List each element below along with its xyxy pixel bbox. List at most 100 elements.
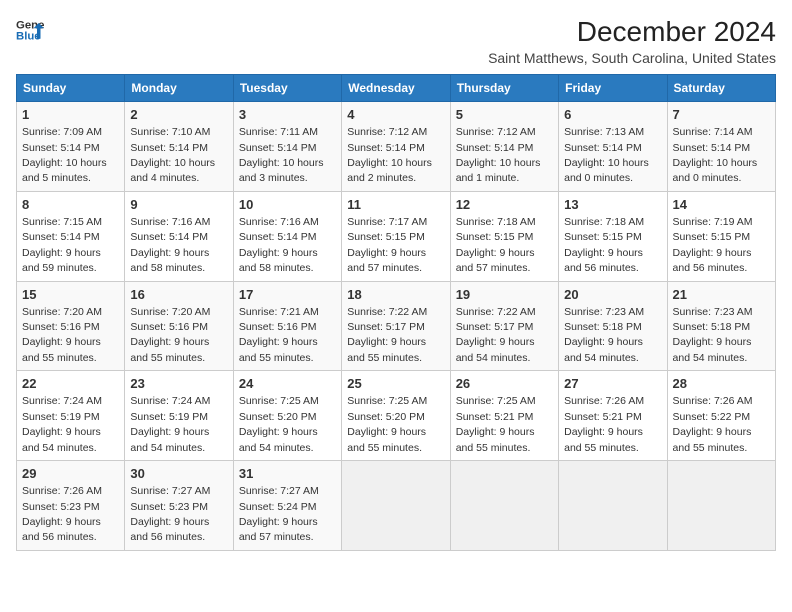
day-info: Sunrise: 7:12 AMSunset: 5:14 PMDaylight:…: [456, 126, 541, 184]
calendar-cell: 18 Sunrise: 7:22 AMSunset: 5:17 PMDaylig…: [342, 281, 450, 371]
day-info: Sunrise: 7:18 AMSunset: 5:15 PMDaylight:…: [456, 216, 536, 274]
day-number: 27: [564, 375, 661, 393]
day-info: Sunrise: 7:20 AMSunset: 5:16 PMDaylight:…: [22, 306, 102, 364]
calendar-cell: [450, 461, 558, 551]
day-info: Sunrise: 7:25 AMSunset: 5:21 PMDaylight:…: [456, 395, 536, 453]
day-number: 21: [673, 286, 770, 304]
calendar-week-4: 22 Sunrise: 7:24 AMSunset: 5:19 PMDaylig…: [17, 371, 776, 461]
calendar-cell: 7 Sunrise: 7:14 AMSunset: 5:14 PMDayligh…: [667, 102, 775, 192]
day-info: Sunrise: 7:20 AMSunset: 5:16 PMDaylight:…: [130, 306, 210, 364]
day-number: 19: [456, 286, 553, 304]
day-info: Sunrise: 7:26 AMSunset: 5:21 PMDaylight:…: [564, 395, 644, 453]
weekday-header-tuesday: Tuesday: [233, 75, 341, 102]
day-info: Sunrise: 7:16 AMSunset: 5:14 PMDaylight:…: [130, 216, 210, 274]
calendar-cell: 25 Sunrise: 7:25 AMSunset: 5:20 PMDaylig…: [342, 371, 450, 461]
calendar-cell: 30 Sunrise: 7:27 AMSunset: 5:23 PMDaylig…: [125, 461, 233, 551]
day-info: Sunrise: 7:21 AMSunset: 5:16 PMDaylight:…: [239, 306, 319, 364]
calendar-cell: 24 Sunrise: 7:25 AMSunset: 5:20 PMDaylig…: [233, 371, 341, 461]
title-block: December 2024 Saint Matthews, South Caro…: [488, 16, 776, 66]
day-number: 28: [673, 375, 770, 393]
calendar-cell: 29 Sunrise: 7:26 AMSunset: 5:23 PMDaylig…: [17, 461, 125, 551]
day-number: 15: [22, 286, 119, 304]
day-number: 10: [239, 196, 336, 214]
calendar-week-2: 8 Sunrise: 7:15 AMSunset: 5:14 PMDayligh…: [17, 191, 776, 281]
day-info: Sunrise: 7:16 AMSunset: 5:14 PMDaylight:…: [239, 216, 319, 274]
day-info: Sunrise: 7:24 AMSunset: 5:19 PMDaylight:…: [130, 395, 210, 453]
calendar-week-5: 29 Sunrise: 7:26 AMSunset: 5:23 PMDaylig…: [17, 461, 776, 551]
calendar-cell: 5 Sunrise: 7:12 AMSunset: 5:14 PMDayligh…: [450, 102, 558, 192]
calendar-week-3: 15 Sunrise: 7:20 AMSunset: 5:16 PMDaylig…: [17, 281, 776, 371]
calendar-cell: [667, 461, 775, 551]
calendar-cell: 4 Sunrise: 7:12 AMSunset: 5:14 PMDayligh…: [342, 102, 450, 192]
day-number: 8: [22, 196, 119, 214]
calendar-table: SundayMondayTuesdayWednesdayThursdayFrid…: [16, 74, 776, 551]
day-number: 18: [347, 286, 444, 304]
calendar-cell: 27 Sunrise: 7:26 AMSunset: 5:21 PMDaylig…: [559, 371, 667, 461]
logo: General Blue: [16, 16, 44, 44]
calendar-cell: 9 Sunrise: 7:16 AMSunset: 5:14 PMDayligh…: [125, 191, 233, 281]
page-subtitle: Saint Matthews, South Carolina, United S…: [488, 50, 776, 66]
calendar-cell: 20 Sunrise: 7:23 AMSunset: 5:18 PMDaylig…: [559, 281, 667, 371]
day-number: 4: [347, 106, 444, 124]
weekday-header-friday: Friday: [559, 75, 667, 102]
day-info: Sunrise: 7:22 AMSunset: 5:17 PMDaylight:…: [347, 306, 427, 364]
day-number: 11: [347, 196, 444, 214]
day-number: 26: [456, 375, 553, 393]
weekday-header-saturday: Saturday: [667, 75, 775, 102]
weekday-header-wednesday: Wednesday: [342, 75, 450, 102]
calendar-cell: 31 Sunrise: 7:27 AMSunset: 5:24 PMDaylig…: [233, 461, 341, 551]
calendar-cell: 10 Sunrise: 7:16 AMSunset: 5:14 PMDaylig…: [233, 191, 341, 281]
day-info: Sunrise: 7:26 AMSunset: 5:23 PMDaylight:…: [22, 485, 102, 543]
calendar-cell: 12 Sunrise: 7:18 AMSunset: 5:15 PMDaylig…: [450, 191, 558, 281]
day-info: Sunrise: 7:19 AMSunset: 5:15 PMDaylight:…: [673, 216, 753, 274]
day-number: 29: [22, 465, 119, 483]
day-info: Sunrise: 7:12 AMSunset: 5:14 PMDaylight:…: [347, 126, 432, 184]
calendar-cell: 8 Sunrise: 7:15 AMSunset: 5:14 PMDayligh…: [17, 191, 125, 281]
day-number: 24: [239, 375, 336, 393]
svg-text:Blue: Blue: [16, 31, 41, 43]
day-info: Sunrise: 7:22 AMSunset: 5:17 PMDaylight:…: [456, 306, 536, 364]
day-info: Sunrise: 7:25 AMSunset: 5:20 PMDaylight:…: [239, 395, 319, 453]
weekday-header-sunday: Sunday: [17, 75, 125, 102]
day-number: 20: [564, 286, 661, 304]
day-number: 5: [456, 106, 553, 124]
day-info: Sunrise: 7:23 AMSunset: 5:18 PMDaylight:…: [564, 306, 644, 364]
day-info: Sunrise: 7:13 AMSunset: 5:14 PMDaylight:…: [564, 126, 649, 184]
day-info: Sunrise: 7:25 AMSunset: 5:20 PMDaylight:…: [347, 395, 427, 453]
calendar-cell: 14 Sunrise: 7:19 AMSunset: 5:15 PMDaylig…: [667, 191, 775, 281]
day-number: 2: [130, 106, 227, 124]
calendar-cell: [342, 461, 450, 551]
calendar-cell: 11 Sunrise: 7:17 AMSunset: 5:15 PMDaylig…: [342, 191, 450, 281]
logo-icon: General Blue: [16, 16, 44, 44]
weekday-header-thursday: Thursday: [450, 75, 558, 102]
page-header: General Blue December 2024 Saint Matthew…: [16, 16, 776, 66]
day-number: 13: [564, 196, 661, 214]
calendar-cell: 13 Sunrise: 7:18 AMSunset: 5:15 PMDaylig…: [559, 191, 667, 281]
calendar-cell: 19 Sunrise: 7:22 AMSunset: 5:17 PMDaylig…: [450, 281, 558, 371]
day-number: 30: [130, 465, 227, 483]
day-info: Sunrise: 7:18 AMSunset: 5:15 PMDaylight:…: [564, 216, 644, 274]
day-info: Sunrise: 7:26 AMSunset: 5:22 PMDaylight:…: [673, 395, 753, 453]
calendar-week-1: 1 Sunrise: 7:09 AMSunset: 5:14 PMDayligh…: [17, 102, 776, 192]
calendar-cell: 2 Sunrise: 7:10 AMSunset: 5:14 PMDayligh…: [125, 102, 233, 192]
day-number: 23: [130, 375, 227, 393]
day-number: 3: [239, 106, 336, 124]
calendar-header: SundayMondayTuesdayWednesdayThursdayFrid…: [17, 75, 776, 102]
calendar-cell: 28 Sunrise: 7:26 AMSunset: 5:22 PMDaylig…: [667, 371, 775, 461]
calendar-cell: 17 Sunrise: 7:21 AMSunset: 5:16 PMDaylig…: [233, 281, 341, 371]
day-number: 7: [673, 106, 770, 124]
day-info: Sunrise: 7:27 AMSunset: 5:23 PMDaylight:…: [130, 485, 210, 543]
day-number: 31: [239, 465, 336, 483]
day-number: 22: [22, 375, 119, 393]
calendar-cell: 26 Sunrise: 7:25 AMSunset: 5:21 PMDaylig…: [450, 371, 558, 461]
day-number: 14: [673, 196, 770, 214]
day-number: 12: [456, 196, 553, 214]
calendar-cell: 22 Sunrise: 7:24 AMSunset: 5:19 PMDaylig…: [17, 371, 125, 461]
calendar-cell: 15 Sunrise: 7:20 AMSunset: 5:16 PMDaylig…: [17, 281, 125, 371]
calendar-cell: 23 Sunrise: 7:24 AMSunset: 5:19 PMDaylig…: [125, 371, 233, 461]
calendar-cell: [559, 461, 667, 551]
day-info: Sunrise: 7:15 AMSunset: 5:14 PMDaylight:…: [22, 216, 102, 274]
day-info: Sunrise: 7:14 AMSunset: 5:14 PMDaylight:…: [673, 126, 758, 184]
day-info: Sunrise: 7:11 AMSunset: 5:14 PMDaylight:…: [239, 126, 324, 184]
calendar-cell: 3 Sunrise: 7:11 AMSunset: 5:14 PMDayligh…: [233, 102, 341, 192]
